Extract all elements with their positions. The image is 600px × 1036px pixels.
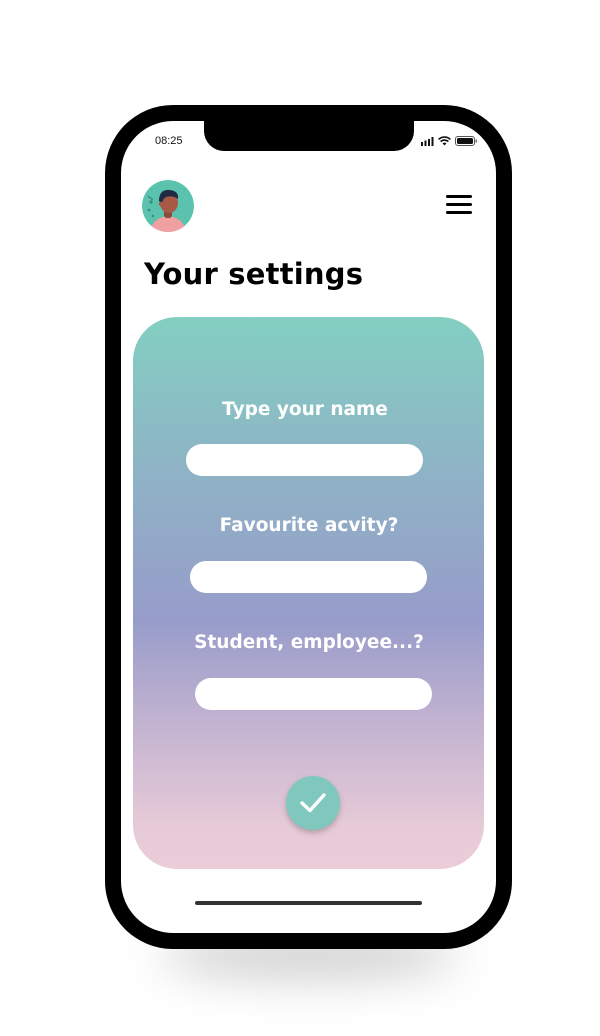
phone-frame: 08:25 Your settings Type your name Favou…	[105, 105, 512, 949]
settings-form-card: Type your name Favourite acvity? Student…	[133, 317, 484, 869]
wifi-icon	[438, 136, 451, 146]
occupation-input[interactable]	[195, 678, 432, 710]
status-time: 08:25	[155, 135, 183, 147]
activity-input[interactable]	[190, 561, 427, 593]
page-title: Your settings	[144, 257, 364, 291]
menu-button[interactable]	[446, 195, 472, 217]
signal-icon	[421, 136, 434, 146]
activity-label: Favourite acvity?	[219, 515, 399, 536]
hamburger-menu-icon-line-3	[446, 211, 472, 214]
phone-notch	[204, 121, 414, 151]
user-avatar-icon	[142, 180, 194, 232]
user-avatar[interactable]	[142, 180, 194, 232]
status-icons	[421, 136, 478, 146]
check-icon	[300, 793, 326, 813]
name-label: Type your name	[222, 399, 388, 420]
hamburger-menu-icon	[446, 195, 472, 198]
home-indicator[interactable]	[195, 901, 422, 905]
phone-screen: 08:25 Your settings Type your name Favou…	[121, 121, 496, 933]
name-input[interactable]	[186, 444, 423, 476]
battery-icon	[455, 136, 478, 146]
submit-button[interactable]	[286, 776, 340, 830]
occupation-label: Student, employee...?	[194, 632, 424, 653]
hamburger-menu-icon-line-2	[446, 203, 472, 206]
